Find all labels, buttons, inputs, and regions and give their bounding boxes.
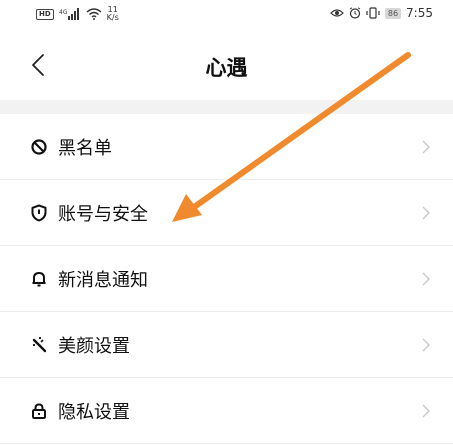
menu-item-blacklist[interactable]: 黑名单: [0, 114, 453, 180]
beauty-wand-icon: [32, 336, 47, 352]
status-left-group: HD 4G 11 K/s: [36, 6, 119, 22]
block-icon: [31, 138, 47, 155]
status-time: 7:55: [406, 6, 433, 20]
menu-item-label: 美颜设置: [58, 335, 130, 357]
status-right-group: 86 7:55: [330, 6, 433, 20]
network-speed: 11 K/s: [107, 6, 119, 22]
chevron-right-icon: [422, 140, 430, 153]
menu-item-beauty-settings[interactable]: 美颜设置: [0, 312, 453, 378]
menu-item-label: 隐私设置: [58, 401, 130, 423]
menu-item-label: 黑名单: [58, 137, 112, 159]
vibrate-icon: [366, 7, 380, 19]
chevron-right-icon: [422, 404, 430, 417]
menu-item-label: 新消息通知: [58, 269, 148, 291]
hd-badge: HD: [36, 8, 54, 20]
section-separator: [0, 100, 453, 114]
alarm-icon: [349, 7, 361, 19]
chevron-right-icon: [422, 338, 430, 351]
menu-item-privacy[interactable]: 隐私设置: [0, 378, 453, 444]
network-type: 4G: [59, 9, 68, 16]
status-bar: HD 4G 11 K/s 86 7:55: [0, 0, 453, 34]
menu-item-account-security[interactable]: 账号与安全: [0, 180, 453, 246]
chevron-right-icon: [422, 272, 430, 285]
chevron-right-icon: [422, 206, 430, 219]
wifi-icon: [86, 8, 102, 20]
nav-header: 心遇: [0, 38, 453, 96]
menu-item-notifications[interactable]: 新消息通知: [0, 246, 453, 312]
lock-icon: [32, 402, 46, 419]
battery-indicator: 86: [384, 7, 402, 19]
bell-icon: [32, 271, 46, 286]
eye-icon: [330, 9, 344, 17]
speed-unit: K/s: [106, 13, 119, 22]
settings-menu: 黑名单 账号与安全 新消息通知 美颜设置 隐私设置: [0, 114, 453, 444]
menu-item-label: 账号与安全: [58, 203, 148, 225]
shield-icon: [31, 204, 47, 221]
signal-icon: 4G: [59, 8, 79, 20]
page-title: 心遇: [205, 56, 248, 80]
